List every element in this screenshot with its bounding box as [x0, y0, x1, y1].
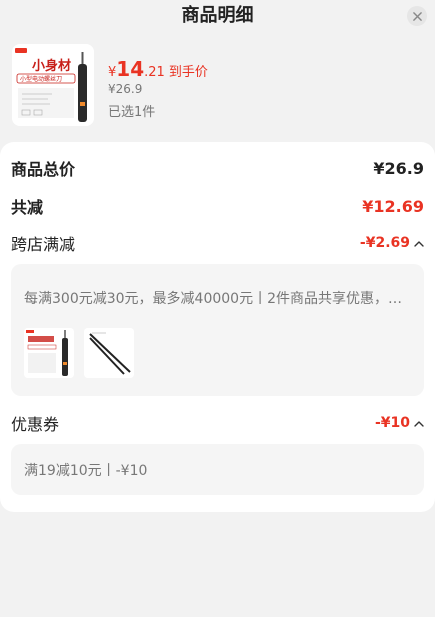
cross-store-description: 每满300元减30元，最多减40000元丨2件商品共享优惠，…	[24, 291, 402, 307]
chevron-up-icon[interactable]	[414, 240, 424, 247]
cross-store-value-group[interactable]: -¥2.69	[360, 235, 424, 251]
screwdriver-image	[24, 328, 74, 378]
item-thumbnail[interactable]	[84, 328, 134, 378]
item-thumbnail[interactable]	[24, 328, 74, 378]
total-label: 商品总价	[11, 160, 76, 179]
total-row: 商品总价 ¥26.9	[11, 156, 424, 180]
price-detail-card: 商品总价 ¥26.9 共减 ¥12.69 跨店满减 -¥2.69 每满300元减…	[0, 142, 435, 512]
cross-store-row[interactable]: 跨店满减 -¥2.69	[11, 231, 424, 255]
discount-label: 共减	[11, 198, 44, 217]
cross-store-value: -¥2.69	[359, 235, 410, 251]
product-thumbnail[interactable]: 小身材 小型电动螺丝刀	[12, 44, 94, 126]
chevron-up-icon[interactable]	[414, 420, 424, 427]
discount-value: ¥12.69	[362, 196, 424, 216]
coupon-label: 优惠券	[11, 415, 60, 434]
cross-store-detail: 每满300元减30元，最多减40000元丨2件商品共享优惠，…	[11, 264, 424, 396]
coupon-row[interactable]: 优惠券 -¥10	[11, 411, 424, 435]
bits-image	[84, 328, 134, 378]
product-image-subtitle: 小型电动螺丝刀	[20, 75, 62, 83]
product-image: 小身材 小型电动螺丝刀	[12, 44, 94, 126]
close-button[interactable]	[407, 6, 427, 26]
coupon-value-group[interactable]: -¥10	[375, 415, 424, 431]
close-icon	[412, 11, 422, 21]
page-title: 商品明细	[181, 5, 254, 26]
price-integer: 14	[116, 57, 145, 81]
coupon-value: -¥10	[374, 415, 410, 431]
product-image-brand: 小身材	[32, 58, 71, 74]
header: 商品明细	[0, 0, 435, 34]
product-row: 小身材 小型电动螺丝刀 ¥14.21 到手价 ¥26.9 已选1件	[0, 40, 435, 132]
cross-store-label: 跨店满减	[11, 235, 76, 254]
discount-row: 共减 ¥12.69	[11, 194, 424, 218]
price-tag: 到手价	[168, 65, 208, 80]
total-value: ¥26.9	[373, 158, 424, 178]
original-price: ¥26.9	[108, 82, 143, 96]
price-decimal: .21	[144, 65, 165, 80]
final-price: ¥14.21 到手价	[108, 57, 208, 81]
coupon-detail: 满19减10元丨-¥10	[11, 444, 424, 495]
selected-quantity: 已选1件	[108, 105, 156, 120]
coupon-description: 满19减10元丨-¥10	[24, 463, 148, 479]
